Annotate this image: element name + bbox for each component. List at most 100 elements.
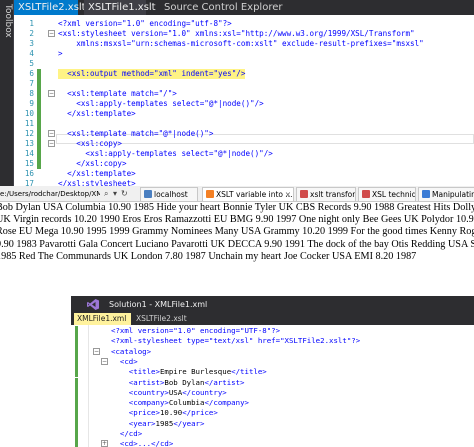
- code-token: <price>: [111, 408, 160, 418]
- code-text: <country>USA</country>: [111, 388, 227, 398]
- browser-tab-xslt-variable[interactable]: XSLT variable into ... ×: [202, 187, 294, 201]
- favicon-icon: [206, 190, 214, 198]
- code-text: <?xml-stylesheet type="text/xsl" href="X…: [111, 336, 360, 346]
- line-number: 8: [29, 89, 34, 98]
- change-marker: [37, 99, 41, 109]
- code-text: <xsl:output method="xml" indent="yes"/>: [58, 69, 246, 79]
- change-marker: [75, 408, 78, 419]
- xslt-code-editor[interactable]: 1 <?xml version="1.0" encoding="utf-8"?> 2…: [14, 15, 474, 188]
- code-text: </xsl:copy>: [58, 159, 126, 169]
- tab-xmlfile1[interactable]: XMLFile1.xml ✕: [74, 313, 131, 335]
- code-text: xmlns:msxsl="urn:schemas-microsoft-com:x…: [58, 39, 423, 49]
- code-line: </cd>: [71, 429, 474, 440]
- collapse-icon[interactable]: −: [48, 30, 55, 37]
- collapse-icon[interactable]: −: [48, 130, 55, 137]
- tab-xsltfile2[interactable]: XSLTFile2.xslt: [133, 313, 188, 325]
- change-marker: [37, 89, 41, 99]
- code-token: Bob Dylan: [164, 377, 205, 387]
- page-content: Bob Dylan USA Columbia 10.90 1985 Hide y…: [0, 202, 474, 302]
- line-number: 3: [29, 39, 34, 48]
- collapse-icon[interactable]: −: [48, 90, 55, 97]
- browser-tab-xsl-techniques[interactable]: XSL techniques fo...: [358, 187, 416, 201]
- code-line: 12 − <xsl:template match="@*|node()">: [14, 129, 474, 139]
- collapse-icon[interactable]: −: [101, 357, 108, 365]
- code-token: Columbia: [168, 398, 205, 408]
- code-token: <title>: [111, 367, 160, 377]
- tab-source-control-explorer[interactable]: Source Control Explorer: [160, 0, 283, 15]
- code-line: 14 <xsl:apply-templates select="@*|node(…: [14, 149, 474, 159]
- code-text: <xsl:stylesheet version="1.0" xmlns:xsl=…: [58, 29, 415, 39]
- change-marker: [75, 356, 78, 368]
- tab-label: XMLFile1.xml: [77, 314, 127, 323]
- code-text: <xsl:apply-templates select="@*|node()"/…: [58, 149, 272, 159]
- code-token: </xsl:template>: [58, 169, 136, 178]
- toolbox-label[interactable]: Toolbox: [1, 4, 13, 38]
- code-token: <?xml-stylesheet type="text/xsl" href="X…: [111, 336, 361, 346]
- code-token: </year>: [173, 418, 205, 428]
- code-text: </xsl:template>: [58, 109, 136, 119]
- change-marker: [37, 119, 41, 129]
- change-marker: [75, 336, 78, 347]
- collapse-icon[interactable]: −: [93, 347, 100, 355]
- code-line: 13 − <xsl:copy>: [14, 139, 474, 149]
- code-line: 1 <?xml version="1.0" encoding="utf-8"?>: [14, 19, 474, 29]
- code-token: </country>: [182, 387, 227, 397]
- address-bar[interactable]: e:/Users/rodchar/Desktop/XMLFile1.xml: [0, 188, 100, 200]
- browser-tab-manipulating-xml[interactable]: Manipulating XML D...: [418, 187, 474, 201]
- line-number: 16: [24, 169, 34, 178]
- tab-xsltfile1[interactable]: XSLTFile1.xslt: [84, 0, 156, 15]
- code-line: <?xml-stylesheet type="text/xsl" href="X…: [71, 336, 474, 347]
- expand-icon[interactable]: +: [101, 440, 108, 447]
- code-line: <year>1985</year>: [71, 418, 474, 429]
- code-token: </price>: [182, 408, 218, 418]
- collapse-icon[interactable]: −: [48, 140, 55, 147]
- toolbox-strip[interactable]: Toolbox: [0, 0, 14, 186]
- code-token: </title>: [231, 367, 267, 377]
- dropdown-icon[interactable]: ▾: [113, 188, 117, 200]
- code-token: <xsl:stylesheet version="1.0" xmlns:xsl=…: [58, 29, 415, 38]
- code-text: <cd>: [111, 357, 138, 367]
- code-text: <xsl:template match="@*|node()">: [58, 129, 213, 139]
- code-text: <title>Empire Burlesque</title>: [111, 367, 267, 377]
- favicon-icon: [362, 190, 370, 198]
- browser-tab-xslt-transformation[interactable]: xslt transformation...: [296, 187, 356, 201]
- xslt-editor-window: Toolbox XSLTFile2.xslt✕ XSLTFile1.xslt S…: [0, 0, 474, 188]
- change-marker: [75, 429, 78, 440]
- code-text: <xsl:copy>: [58, 139, 122, 149]
- code-line: 10 </xsl:template>: [14, 109, 474, 119]
- line-number: 7: [29, 79, 34, 88]
- code-line: 2 − <xsl:stylesheet version="1.0" xmlns:xs…: [14, 29, 474, 39]
- tab-xsltfile2[interactable]: XSLTFile2.xslt✕: [14, 0, 97, 15]
- content-line: UK Virgin records 10.20 1990 Eros Eros R…: [0, 214, 474, 226]
- code-text: <cd>...</cd>: [111, 439, 173, 447]
- code-line: 8 − <xsl:template match="/">: [14, 89, 474, 99]
- visual-studio-logo-icon: [87, 299, 99, 310]
- change-marker: [75, 439, 78, 447]
- code-token: <xsl:template match="@*|node()">: [58, 129, 214, 138]
- code-token: <cd>: [111, 356, 138, 366]
- tab-label: XSLTFile2.xslt: [136, 314, 187, 323]
- browser-tab-label: XSLT variable into ...: [216, 190, 293, 199]
- code-token: </company>: [204, 398, 249, 408]
- code-text: <artist>Bob Dylan</artist>: [111, 378, 245, 388]
- search-icon[interactable]: ⌕: [104, 188, 108, 200]
- browser-tab-localhost[interactable]: localhost: [140, 187, 198, 201]
- code-token: <xsl:copy>: [58, 139, 123, 148]
- change-marker: [75, 418, 78, 429]
- code-token: <xsl:template match="/">: [58, 89, 177, 98]
- line-number: 1: [29, 19, 34, 28]
- favicon-icon: [300, 190, 308, 198]
- browser-toolbar: e:/Users/rodchar/Desktop/XMLFile1.xml ⌕ …: [0, 186, 474, 202]
- change-marker: [75, 346, 78, 357]
- code-token: <cd>...</cd>: [111, 439, 174, 447]
- code-text: >: [58, 49, 63, 59]
- close-icon[interactable]: ×: [285, 188, 291, 201]
- code-token: <country>: [111, 387, 169, 397]
- code-line: <price>10.90</price>: [71, 408, 474, 419]
- code-text: <year>1985</year>: [111, 418, 205, 429]
- refresh-icon[interactable]: ↻: [121, 188, 128, 200]
- xml-code-editor[interactable]: <?xml version="1.0" encoding="UTF-8"?> <?…: [71, 325, 474, 447]
- code-line: 4 >: [14, 49, 474, 59]
- line-number: 6: [29, 69, 34, 78]
- change-marker: [37, 129, 41, 139]
